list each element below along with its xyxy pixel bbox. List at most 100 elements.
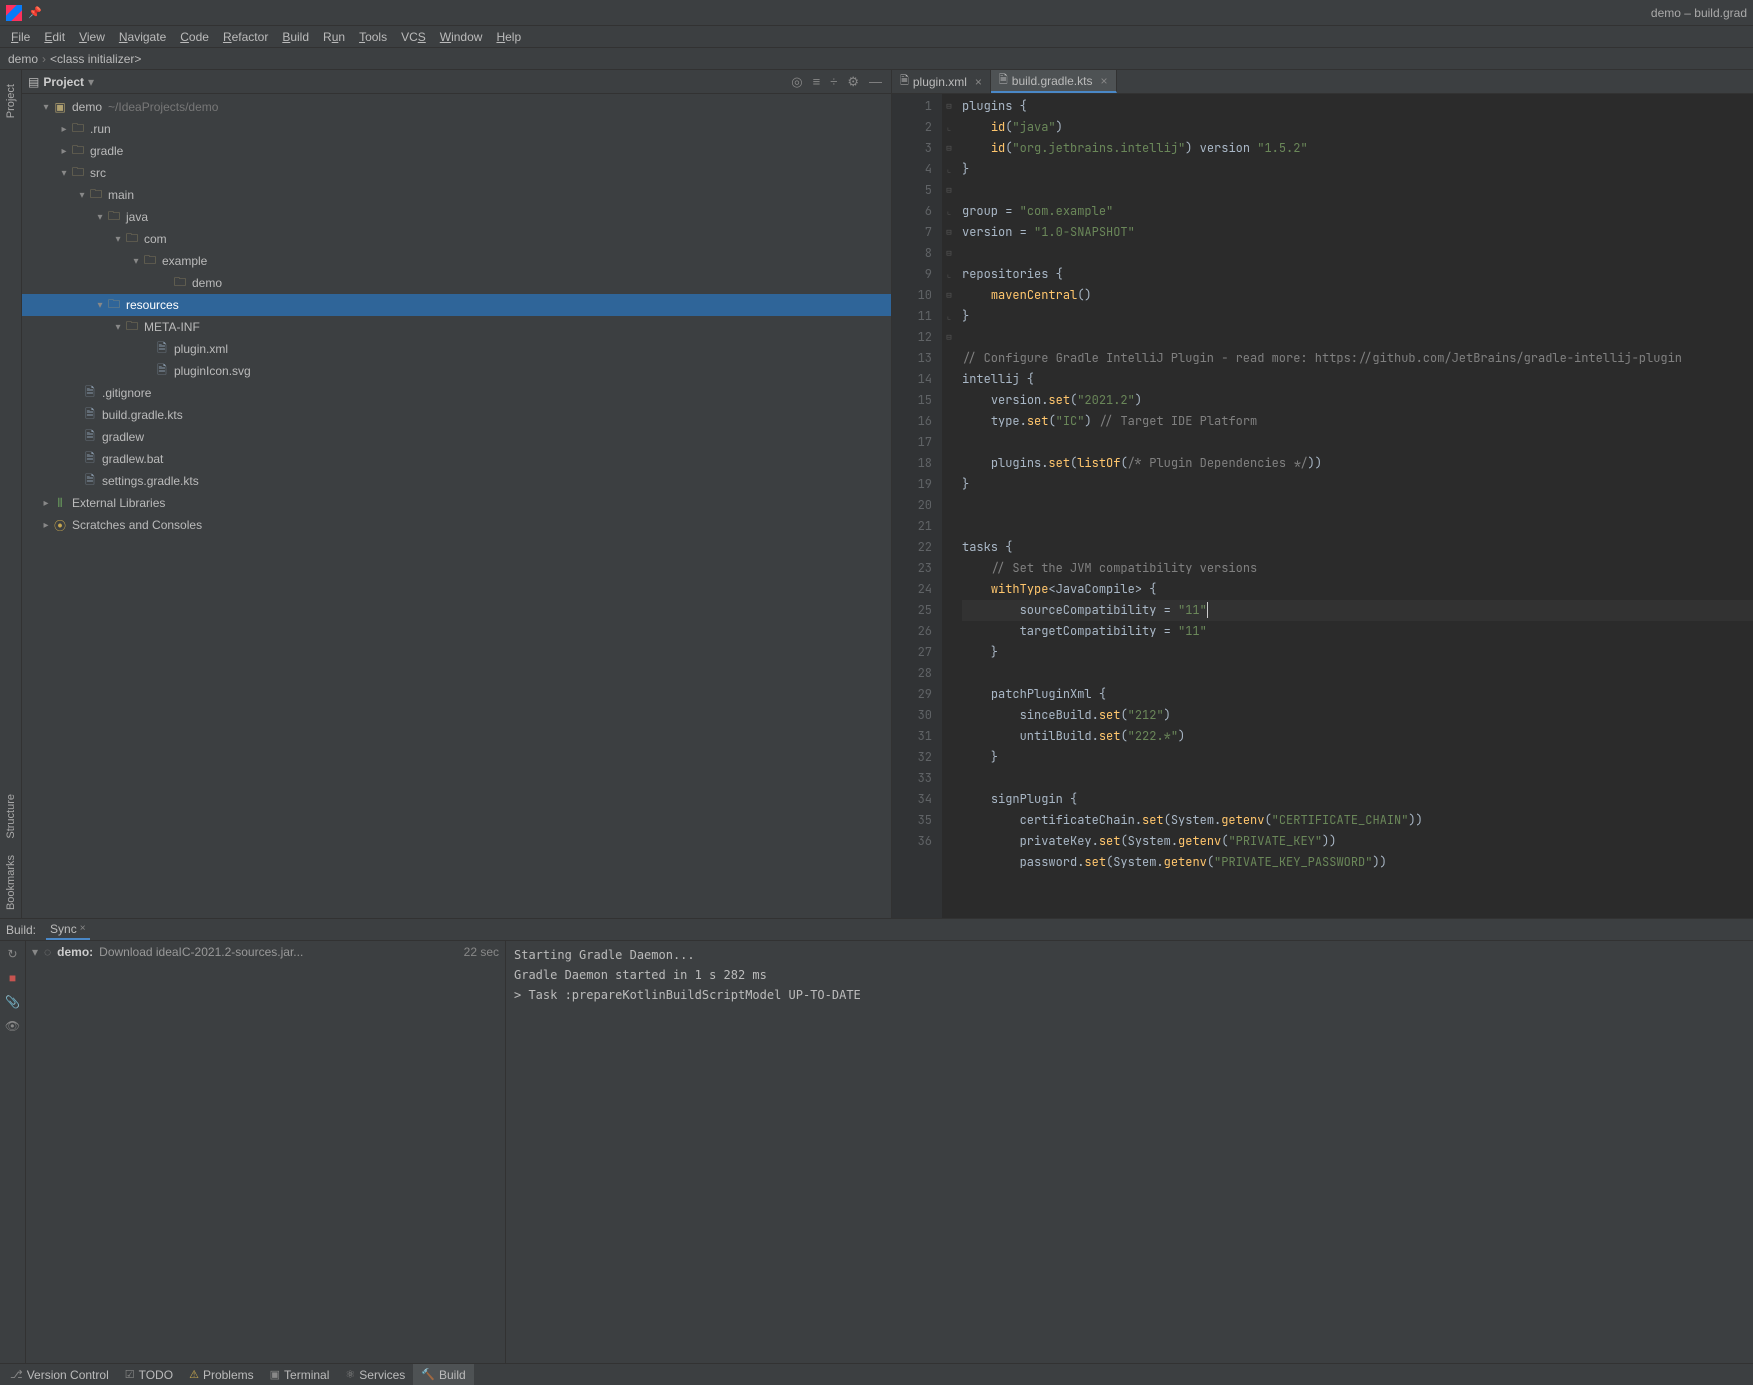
editor-tab-active[interactable]: 🗎 build.gradle.kts × [991,70,1117,93]
editor-tab[interactable]: 🗎 plugin.xml × [892,70,991,93]
menu-code[interactable]: Code [173,28,216,46]
menu-edit[interactable]: Edit [37,28,72,46]
tree-file[interactable]: 🗎settings.gradle.kts [22,470,891,492]
tree-file[interactable]: 🗎build.gradle.kts [22,404,891,426]
menu-help[interactable]: Help [489,28,528,46]
tool-tab-project[interactable]: Project [3,76,19,126]
hide-icon[interactable]: — [866,74,885,89]
build-console[interactable]: Starting Gradle Daemon...Gradle Daemon s… [506,941,1753,1363]
tree-item[interactable]: ▾🗀META-INF [22,316,891,338]
close-icon[interactable]: × [975,75,982,89]
attach-icon[interactable]: 📎 [5,995,20,1009]
status-problems[interactable]: ⚠Problems [181,1364,262,1385]
chevron-right-icon[interactable]: ▸ [40,520,52,531]
chevron-down-icon[interactable]: ▾ [130,256,142,267]
svg-file-icon: 🗎 [154,361,170,382]
editor-panel: 🗎 plugin.xml × 🗎 build.gradle.kts × 1234… [892,70,1753,918]
problems-icon: ⚠ [189,1368,199,1381]
tree-root[interactable]: ▾ ▣ demo ~/IdeaProjects/demo [22,96,891,118]
status-terminal[interactable]: ▣Terminal [262,1364,338,1385]
tool-tab-bookmarks[interactable]: Bookmarks [3,847,19,918]
menu-build[interactable]: Build [275,28,316,46]
tree-item[interactable]: ▾🗀main [22,184,891,206]
tab-label: plugin.xml [913,75,967,89]
xml-file-icon: 🗎 [154,339,170,360]
build-tab-sync[interactable]: Sync× [46,919,90,940]
chevron-down-icon[interactable]: ▾ [112,322,124,333]
fold-gutter[interactable]: ⊟⌞⊟⌞⊟⌞⊟⊟⌞⊟⌞⊟ [942,94,956,918]
menu-bar: File Edit View Navigate Code Refactor Bu… [0,26,1753,48]
tree-file[interactable]: 🗎gradlew.bat [22,448,891,470]
menu-refactor[interactable]: Refactor [216,28,275,46]
status-bar: ⎇Version Control ☑TODO ⚠Problems ▣Termin… [0,1363,1753,1385]
view-icon[interactable]: 👁 [5,1019,20,1033]
left-tool-gutter: Project Structure Bookmarks [0,70,22,918]
tree-item[interactable]: ▾🗀example [22,250,891,272]
status-build[interactable]: 🔨Build [413,1364,473,1385]
menu-file[interactable]: File [4,28,37,46]
rerun-icon[interactable]: ↻ [7,947,17,961]
module-icon: ▣ [52,100,68,114]
tree-item-selected[interactable]: ▾🗀resources [22,294,891,316]
chevron-right-icon[interactable]: ▸ [40,498,52,509]
chevron-down-icon[interactable]: ▾ [40,102,52,113]
chevron-down-icon[interactable]: ▾ [58,168,70,179]
vcs-icon: ⎇ [10,1368,23,1381]
chevron-down-icon[interactable]: ▾ [32,945,38,959]
build-toolbar: ↻ ■ 📎 👁 [0,941,26,1363]
menu-view[interactable]: View [72,28,112,46]
tab-label: build.gradle.kts [1012,74,1093,88]
folder-icon: 🗀 [88,185,104,206]
menu-run[interactable]: Run [316,28,352,46]
close-icon[interactable]: × [80,923,86,934]
select-opened-file-icon[interactable]: ◎ [788,74,805,90]
menu-window[interactable]: Window [433,28,490,46]
menu-navigate[interactable]: Navigate [112,28,173,46]
close-icon[interactable]: × [1100,74,1107,88]
chevron-down-icon[interactable]: ▾ [76,190,88,201]
services-icon: ⚛ [345,1368,355,1381]
file-icon: 🗎 [82,449,98,470]
stop-icon[interactable]: ■ [9,971,16,985]
tree-item[interactable]: ▾🗀java [22,206,891,228]
menu-tools[interactable]: Tools [352,28,394,46]
menu-vcs[interactable]: VCS [394,28,433,46]
chevron-right-icon[interactable]: ▸ [58,146,70,157]
settings-gear-icon[interactable]: ⚙ [844,74,862,90]
code-area[interactable]: plugins { id("java") id("org.jetbrains.i… [956,94,1753,918]
tree-file[interactable]: 🗎plugin.xml [22,338,891,360]
tree-file[interactable]: 🗎pluginIcon.svg [22,360,891,382]
chevron-down-icon[interactable]: ▾ [94,212,106,223]
tree-item[interactable]: ▸🗀gradle [22,140,891,162]
tree-item[interactable]: ▾🗀src [22,162,891,184]
build-tree[interactable]: ▾ ◌ demo: Download ideaIC-2021.2-sources… [26,941,506,1363]
breadcrumb-item[interactable]: <class initializer> [50,52,141,66]
breadcrumb-root[interactable]: demo [8,52,38,66]
tree-item[interactable]: ▸🗀.run [22,118,891,140]
tool-tab-structure[interactable]: Structure [3,786,19,847]
pin-icon[interactable]: 📌 [28,6,42,19]
tree-file[interactable]: 🗎gradlew [22,426,891,448]
editor-body[interactable]: 1234567891011121314151617181920212223242… [892,94,1753,918]
window-title: demo – build.grad [1651,6,1747,20]
project-tree[interactable]: ▾ ▣ demo ~/IdeaProjects/demo ▸🗀.run ▸🗀gr… [22,94,891,918]
project-view-icon: ▤ [28,75,39,89]
project-tool-window: ▤ Project ▾ ◎ ≡ ÷ ⚙ — ▾ ▣ demo ~/IdeaPro… [22,70,892,918]
status-services[interactable]: ⚛Services [337,1364,413,1385]
chevron-right-icon[interactable]: ▸ [58,124,70,135]
chevron-down-icon[interactable]: ▾ [94,300,106,311]
gradle-kts-icon: 🗎 [82,405,98,426]
dropdown-chevron-icon[interactable]: ▾ [88,75,94,89]
status-todo[interactable]: ☑TODO [117,1364,181,1385]
tree-item[interactable]: 🗀demo [22,272,891,294]
tree-item[interactable]: ▾🗀com [22,228,891,250]
status-vcs[interactable]: ⎇Version Control [2,1364,117,1385]
chevron-down-icon[interactable]: ▾ [112,234,124,245]
tree-ext-libs[interactable]: ▸⫴External Libraries [22,492,891,514]
tree-file[interactable]: 🗎.gitignore [22,382,891,404]
tree-scratches[interactable]: ▸⦿Scratches and Consoles [22,514,891,536]
build-task-row[interactable]: ▾ ◌ demo: Download ideaIC-2021.2-sources… [32,945,499,959]
expand-all-icon[interactable]: ≡ [810,74,824,89]
folder-icon: 🗀 [70,119,86,140]
collapse-all-icon[interactable]: ÷ [827,74,840,89]
